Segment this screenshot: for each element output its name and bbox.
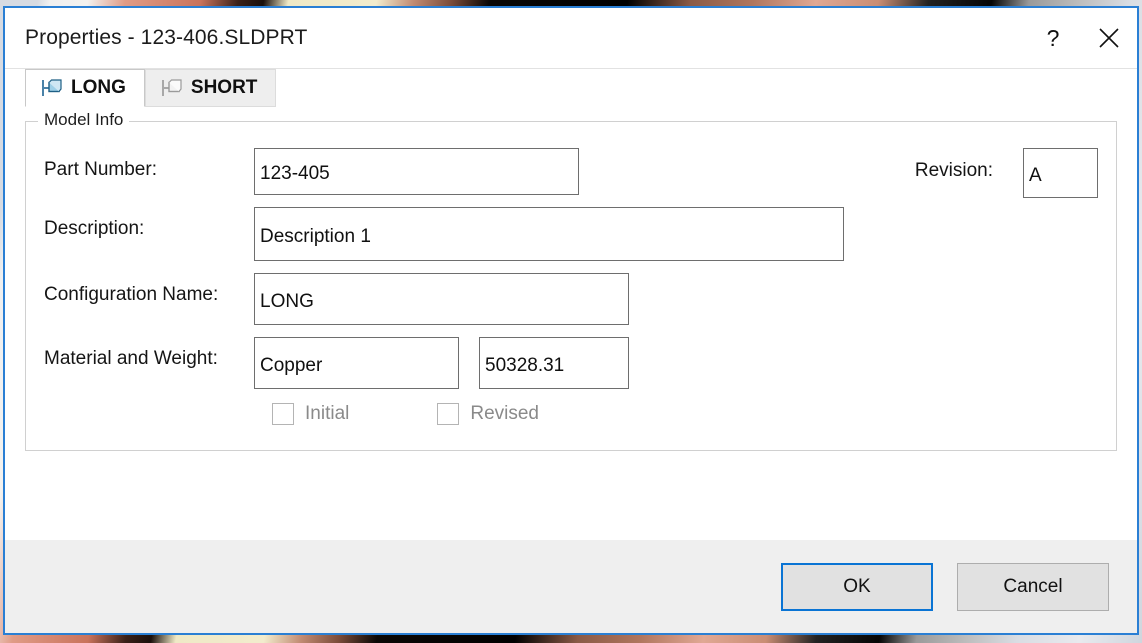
help-icon[interactable]: ? <box>1025 16 1081 60</box>
configuration-name-input[interactable] <box>254 273 629 325</box>
tab-short[interactable]: SHORT <box>144 69 277 107</box>
checkbox-revised-label: Revised <box>470 403 540 424</box>
revision-input[interactable] <box>1023 148 1098 198</box>
checkbox-revised-box[interactable] <box>437 403 460 425</box>
titlebar-button-group: ? <box>1025 8 1137 68</box>
dialog-footer: OK Cancel <box>5 540 1137 633</box>
row-description: Description: <box>26 207 1116 261</box>
dialog-body: Model Info Part Number: Revision: Descri <box>5 107 1137 540</box>
checkbox-initial[interactable]: Initial <box>272 403 349 425</box>
ok-button[interactable]: OK <box>781 563 933 611</box>
tab-strip: LONG SHORT <box>5 69 1137 107</box>
description-label: Description: <box>44 218 145 239</box>
part-number-label: Part Number: <box>44 159 157 180</box>
close-icon[interactable] <box>1081 16 1137 60</box>
configuration-name-label: Configuration Name: <box>44 284 219 305</box>
part-number-input[interactable] <box>254 148 579 195</box>
row-material-weight: Material and Weight: <box>26 337 1116 389</box>
configuration-icon <box>160 78 182 98</box>
description-input[interactable] <box>254 207 844 261</box>
checkbox-revised[interactable]: Revised <box>437 403 539 425</box>
revision-state-checkbox-row: Initial Revised <box>26 403 1116 425</box>
cancel-button[interactable]: Cancel <box>957 563 1109 611</box>
properties-dialog: Properties - 123-406.SLDPRT ? LONG SHORT… <box>3 6 1139 635</box>
row-configuration-name: Configuration Name: <box>26 273 1116 325</box>
tab-long-label: LONG <box>71 77 126 98</box>
model-info-form: Part Number: Revision: Description: <box>26 122 1116 450</box>
tab-long[interactable]: LONG <box>25 69 145 107</box>
desktop-backdrop: Properties - 123-406.SLDPRT ? LONG SHORT… <box>0 0 1142 643</box>
revision-label: Revision: <box>914 160 993 181</box>
dialog-title: Properties - 123-406.SLDPRT <box>25 26 308 49</box>
tab-short-label: SHORT <box>190 77 258 98</box>
dialog-titlebar: Properties - 123-406.SLDPRT ? <box>5 8 1137 69</box>
row-part-number: Part Number: Revision: <box>26 148 1116 198</box>
material-weight-label: Material and Weight: <box>44 348 218 369</box>
material-input[interactable] <box>254 337 459 389</box>
checkbox-initial-label: Initial <box>305 403 350 424</box>
checkbox-initial-box[interactable] <box>272 403 294 425</box>
model-info-group: Model Info Part Number: Revision: Descri <box>25 110 1117 451</box>
weight-input[interactable] <box>479 337 629 389</box>
configuration-icon <box>40 78 62 98</box>
revision-group: Revision: <box>915 148 1098 198</box>
